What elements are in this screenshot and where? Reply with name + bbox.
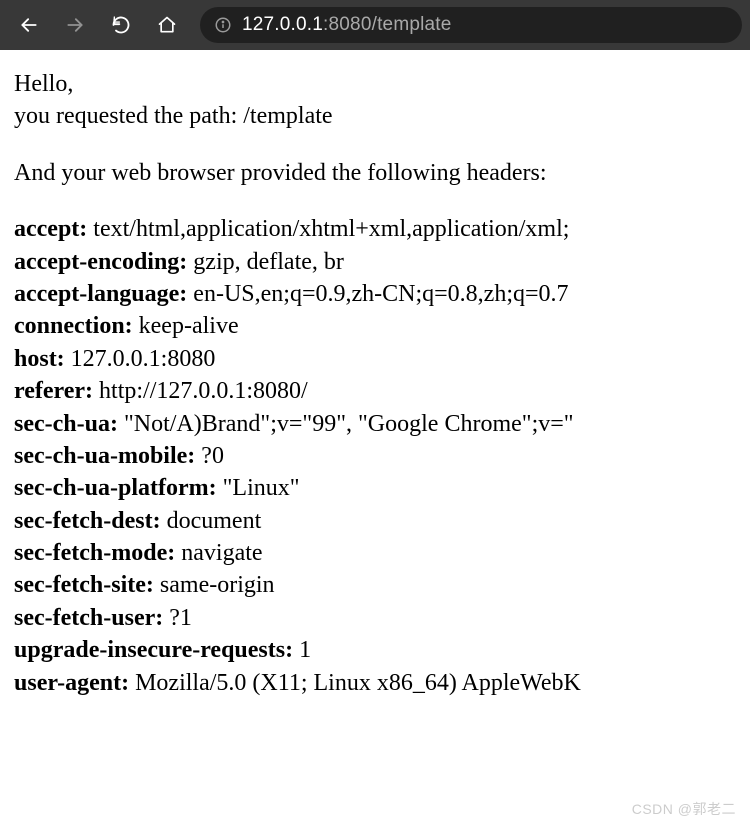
header-row: referer: http://127.0.0.1:8080/ bbox=[14, 375, 736, 407]
header-name: sec-fetch-user: bbox=[14, 605, 163, 631]
header-row: sec-fetch-dest: document bbox=[14, 505, 736, 537]
header-value: same-origin bbox=[154, 572, 275, 598]
header-row: sec-fetch-site: same-origin bbox=[14, 569, 736, 601]
header-value: text/html,application/xhtml+xml,applicat… bbox=[87, 216, 569, 242]
header-name: user-agent: bbox=[14, 670, 129, 696]
header-value: "Linux" bbox=[217, 475, 300, 501]
header-value: en-US,en;q=0.9,zh-CN;q=0.8,zh;q=0.7 bbox=[187, 281, 568, 307]
header-row: accept: text/html,application/xhtml+xml,… bbox=[14, 213, 736, 245]
header-value: 1 bbox=[293, 637, 311, 663]
header-value: gzip, deflate, br bbox=[187, 249, 344, 275]
header-row: accept-encoding: gzip, deflate, br bbox=[14, 246, 736, 278]
header-row: sec-ch-ua: "Not/A)Brand";v="99", "Google… bbox=[14, 408, 736, 440]
header-row: upgrade-insecure-requests: 1 bbox=[14, 634, 736, 666]
home-icon bbox=[157, 15, 177, 35]
header-value: keep-alive bbox=[133, 313, 239, 339]
browser-toolbar: 127.0.0.1:8080/template bbox=[0, 0, 750, 50]
info-icon bbox=[214, 16, 232, 34]
reload-button[interactable] bbox=[100, 5, 142, 45]
header-value: Mozilla/5.0 (X11; Linux x86_64) AppleWeb… bbox=[129, 670, 581, 696]
header-name: host: bbox=[14, 346, 65, 372]
header-name: sec-fetch-dest: bbox=[14, 508, 161, 534]
header-name: sec-ch-ua: bbox=[14, 411, 118, 437]
header-value: ?1 bbox=[163, 605, 192, 631]
header-row: accept-language: en-US,en;q=0.9,zh-CN;q=… bbox=[14, 278, 736, 310]
address-bar[interactable]: 127.0.0.1:8080/template bbox=[200, 7, 742, 43]
header-row: host: 127.0.0.1:8080 bbox=[14, 343, 736, 375]
home-button[interactable] bbox=[146, 5, 188, 45]
back-button[interactable] bbox=[8, 5, 50, 45]
headers-intro: And your web browser provided the follow… bbox=[14, 157, 736, 189]
header-row: sec-ch-ua-platform: "Linux" bbox=[14, 472, 736, 504]
header-row: user-agent: Mozilla/5.0 (X11; Linux x86_… bbox=[14, 667, 736, 699]
header-name: sec-ch-ua-mobile: bbox=[14, 443, 195, 469]
header-value: http://127.0.0.1:8080/ bbox=[93, 378, 308, 404]
header-name: accept-encoding: bbox=[14, 249, 187, 275]
header-value: "Not/A)Brand";v="99", "Google Chrome";v=… bbox=[118, 411, 574, 437]
greeting-text: Hello, bbox=[14, 68, 736, 100]
header-row: connection: keep-alive bbox=[14, 310, 736, 342]
header-name: sec-ch-ua-platform: bbox=[14, 475, 217, 501]
header-row: sec-fetch-mode: navigate bbox=[14, 537, 736, 569]
header-name: accept-language: bbox=[14, 281, 187, 307]
page-content: Hello, you requested the path: /template… bbox=[0, 50, 750, 717]
header-row: sec-fetch-user: ?1 bbox=[14, 602, 736, 634]
url-text: 127.0.0.1:8080/template bbox=[242, 14, 452, 36]
header-value: ?0 bbox=[195, 443, 224, 469]
header-value: 127.0.0.1:8080 bbox=[65, 346, 216, 372]
header-name: sec-fetch-site: bbox=[14, 572, 154, 598]
header-name: accept: bbox=[14, 216, 87, 242]
watermark-text: CSDN @郭老二 bbox=[632, 799, 736, 819]
requested-path-line: you requested the path: /template bbox=[14, 100, 736, 132]
header-row: sec-ch-ua-mobile: ?0 bbox=[14, 440, 736, 472]
header-name: sec-fetch-mode: bbox=[14, 540, 175, 566]
arrow-left-icon bbox=[19, 15, 39, 35]
forward-button[interactable] bbox=[54, 5, 96, 45]
arrow-right-icon bbox=[65, 15, 85, 35]
header-name: upgrade-insecure-requests: bbox=[14, 637, 293, 663]
headers-list: accept: text/html,application/xhtml+xml,… bbox=[14, 213, 736, 699]
header-name: connection: bbox=[14, 313, 133, 339]
header-name: referer: bbox=[14, 378, 93, 404]
reload-icon bbox=[111, 15, 131, 35]
header-value: navigate bbox=[175, 540, 262, 566]
header-value: document bbox=[161, 508, 262, 534]
